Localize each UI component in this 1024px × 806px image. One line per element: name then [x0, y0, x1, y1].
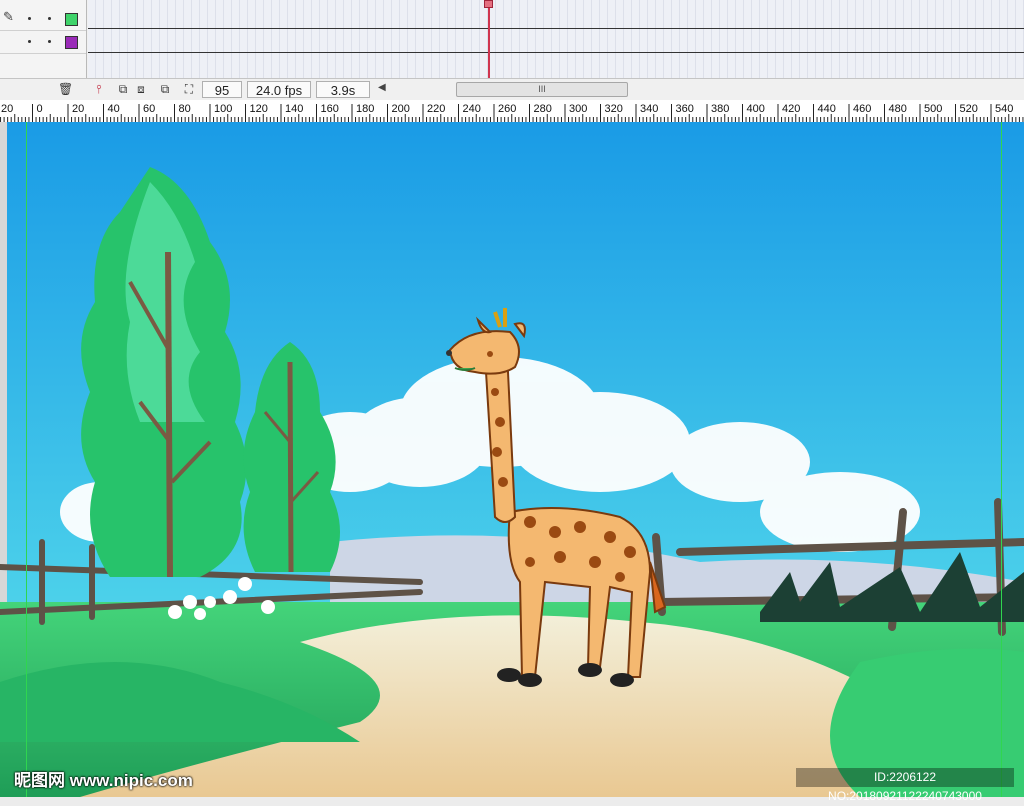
elapsed-time-field: 3.9s [316, 81, 370, 98]
ruler-tick-label: 60 [143, 103, 156, 115]
layer-color-swatch[interactable] [65, 13, 78, 26]
horizontal-ruler: 20 0 20 40 60 80 100 120 140 160 180 200 220 240 260 28… [0, 100, 1024, 123]
ruler-tick-label: 260 [498, 103, 517, 115]
ruler-tick-label: 360 [675, 103, 694, 115]
ruler-tick-label: 460 [853, 103, 872, 115]
ruler-tick-label: 400 [746, 103, 765, 115]
layer-list: ✎ [0, 0, 87, 78]
scene-illustration [0, 122, 1024, 797]
guide-line[interactable] [1001, 122, 1002, 797]
timeline-scroll-thumb[interactable]: III [456, 82, 628, 97]
frame-rate-field[interactable]: 24.0 fps [247, 81, 311, 98]
playhead[interactable] [488, 0, 490, 78]
ruler-tick-label: 220 [427, 103, 446, 115]
frame-divider [88, 52, 1024, 53]
ruler-tick-label: 320 [604, 103, 623, 115]
frame-grid[interactable] [88, 0, 1024, 78]
ruler-tick-label: 100 [214, 103, 233, 115]
timeline-status-bar: 🗑 ⫯ ⧉ ⧈ ⧉ ⛶ 95 24.0 fps 3.9s ◀ III [0, 78, 1024, 102]
frame-divider [88, 28, 1024, 29]
ruler-tick-label: 120 [249, 103, 268, 115]
ruler-tick-label: 440 [817, 103, 836, 115]
ruler-tick-label: 520 [959, 103, 978, 115]
lock-dot[interactable] [48, 17, 51, 20]
scroll-left-arrow-icon[interactable]: ◀ [378, 82, 386, 93]
ruler-tick-label: 280 [533, 103, 552, 115]
lock-dot[interactable] [48, 40, 51, 43]
ruler-tick-label: 420 [782, 103, 801, 115]
ruler-tick-label: 180 [356, 103, 375, 115]
layer-color-swatch[interactable] [65, 36, 78, 49]
pencil-icon: ✎ [3, 9, 14, 24]
ruler-tick-label: 80 [178, 103, 191, 115]
ruler-tick-label: 20 [1, 103, 14, 115]
trash-icon[interactable]: 🗑 [58, 82, 73, 96]
playhead-handle[interactable] [484, 0, 493, 8]
ruler-tick-label: 40 [107, 103, 120, 115]
visibility-dot[interactable] [28, 40, 31, 43]
ruler-tick-label: 160 [320, 103, 339, 115]
ruler-tick-label: 20 [72, 103, 85, 115]
layer-row[interactable] [0, 31, 86, 54]
ruler-tick-label: 500 [924, 103, 943, 115]
ruler-tick-label: 480 [888, 103, 907, 115]
watermark-id: ID:2206122 NO:20180921122240743000 [796, 768, 1014, 803]
visibility-dot[interactable] [28, 17, 31, 20]
ruler-tick-label: 380 [711, 103, 730, 115]
ruler-tick-label: 300 [569, 103, 588, 115]
ruler-tick-label: 540 [995, 103, 1014, 115]
edit-multiple-frames-icon[interactable]: ⧉ [158, 82, 172, 96]
ruler-tick-label: 0 [36, 103, 43, 115]
ruler-tick-label: 200 [391, 103, 410, 115]
stage-canvas[interactable] [0, 122, 1024, 797]
center-frame-icon[interactable]: ⫯ [92, 82, 106, 96]
watermark-site: 昵图网 www.nipic.com [14, 771, 193, 790]
ruler-tick-label: 340 [640, 103, 659, 115]
layer-row[interactable]: ✎ [0, 8, 86, 31]
onion-skin-outline-icon[interactable]: ⧈ [134, 82, 148, 96]
ruler-tick-label: 140 [285, 103, 304, 115]
onion-skin-icon[interactable]: ⧉ [116, 82, 130, 96]
timeline-panel: ✎ [0, 0, 1024, 78]
guide-line[interactable] [26, 122, 27, 797]
current-frame-field[interactable]: 95 [202, 81, 242, 98]
ruler-tick-label: 240 [462, 103, 481, 115]
modify-onion-markers-icon[interactable]: ⛶ [182, 82, 196, 96]
